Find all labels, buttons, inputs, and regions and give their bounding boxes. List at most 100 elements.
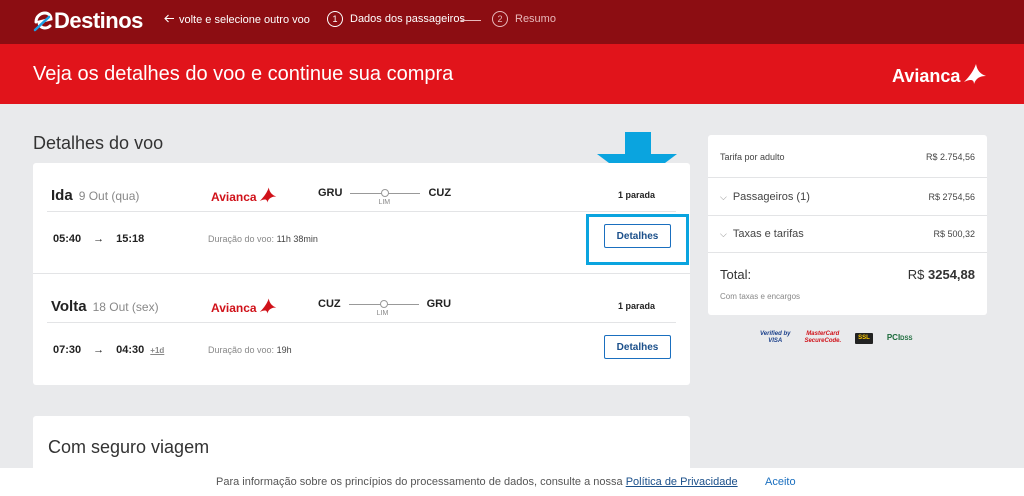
insurance-title: Com seguro viagem [48,437,210,457]
stops-label: 1 parada [618,301,656,311]
fare-value: R$ 2.754,56 [925,152,975,162]
page-banner: Veja os detalhes do voo e continue sua c… [0,44,1024,104]
avianca-bird-icon [258,186,278,207]
destination-code: CUZ [428,187,452,199]
highlight-box [586,214,689,265]
taxes-value: R$ 500,32 [933,229,975,239]
visa-line1: Verified by [760,331,791,337]
duration-label: Duração do voo: [208,345,275,355]
flight-times: 07:30 → 04:30 +1d [53,344,164,356]
passengers-label: Passageiros (1) [732,191,810,203]
mastercard-securecode-badge: MasterCard SecureCode. [804,331,841,345]
leg-direction-label: Ida [51,187,73,204]
logo-e-icon [33,10,53,32]
privacy-policy-link[interactable]: Política de Privacidade [626,476,738,488]
stop-dot-icon [381,189,390,197]
total-note: Com taxas e encargos [720,292,801,301]
insurance-card: Com seguro viagem [33,416,690,476]
step-label: Resumo [515,13,556,25]
duration-value: 19h [276,345,292,355]
avianca-bird-icon [258,297,278,318]
fare-label: Tarifa por adulto [720,152,785,162]
leg-direction: Ida 9 Out (qua) [51,187,139,204]
pci-dss-text: DSS [900,335,913,342]
flight-route: GRU LIM CUZ [318,187,452,206]
mc-line1: MasterCard [806,331,840,337]
arrow-right-icon: → [93,233,105,245]
destination-code: GRU [426,298,452,310]
airline-name: Avianca [211,300,257,315]
origin-code: CUZ [318,298,341,310]
flight-leg-return: Volta 18 Out (sex) Avianca CUZ LIM GRU 1 … [33,273,690,383]
arrive-time: 04:30 [116,344,145,356]
visa-line2: VISA [768,338,783,344]
stop-code: LIM [378,199,391,206]
depart-time: 05:40 [53,233,82,245]
leg-date: 18 Out (sex) [92,300,159,314]
avianca-brand-text: Avianca [892,66,961,86]
flight-duration: Duração do voo: 19h [208,345,292,355]
fare-per-adult-row: Tarifa por adulto R$ 2.754,56 [720,152,975,162]
step-number: 1 [327,11,343,27]
route-line: LIM [350,187,421,206]
mc-line2: SecureCode. [804,338,842,344]
total-label: Total: [720,267,752,282]
step-passengers: 1 Dados dos passageiros [327,11,465,27]
pci-text: PCI [886,332,901,342]
duration-label: Duração do voo: [208,234,275,244]
pci-dss-badge: PCIDSS [886,332,913,343]
ssl-badge: SSL [855,332,873,344]
leg-direction: Volta 18 Out (sex) [51,298,159,315]
step-label: Dados dos passageiros [350,13,465,25]
avianca-brand-logo: Avianca [892,62,988,91]
security-badges: Verified by VISA MasterCard SecureCode. … [760,331,913,345]
depart-time: 07:30 [53,344,82,356]
chevron-down-icon: ⌵ [720,192,727,202]
stops-label: 1 parada [618,190,656,200]
airline-name: Avianca [211,189,257,204]
price-summary: Tarifa por adulto R$ 2.754,56 ⌵ Passageir… [708,135,987,315]
passengers-row[interactable]: ⌵ Passageiros (1) R$ 2754,56 [720,191,975,203]
leg-date: 9 Out (qua) [78,189,140,203]
flight-times: 05:40 → 15:18 [53,233,144,245]
divider [708,252,987,253]
origin-code: GRU [318,187,343,199]
edestinos-logo[interactable]: Destinos [33,8,143,34]
flight-details-title: Detalhes do voo [33,133,164,153]
chevron-down-icon: ⌵ [720,229,727,239]
step-divider [461,20,481,21]
footer-text: Para informação sobre os princípios do p… [216,476,738,488]
step-summary: 2 Resumo [492,11,556,27]
footer-message: Para informação sobre os princípios do p… [216,476,623,488]
page-title: Veja os detalhes do voo e continue sua c… [33,63,454,85]
arrow-right-icon: → [93,344,105,356]
accept-button[interactable]: Aceito [765,476,796,488]
step-number: 2 [492,11,508,27]
airline-logo: Avianca [211,297,278,318]
flight-card: Ida 9 Out (qua) Avianca GRU LIM CUZ 1 par… [33,163,690,385]
duration-value: 11h 38min [276,234,318,244]
avianca-bird-icon [962,62,988,91]
back-link[interactable]: volte e selecione outro voo [164,14,310,26]
airline-logo: Avianca [211,186,278,207]
flight-route: CUZ LIM GRU [318,298,452,317]
taxes-label: Taxas e tarifas [732,228,804,240]
top-nav: Destinos volte e selecione outro voo 1 D… [0,0,1024,44]
divider [708,215,987,216]
total-row: Total: R$ 3254,88 [720,267,975,282]
passengers-value: R$ 2754,56 [928,192,975,202]
total-currency: R$ [907,267,925,282]
leg-direction-label: Volta [51,298,87,315]
divider [47,211,676,212]
verified-by-visa-badge: Verified by VISA [760,331,790,345]
total-value: 3254,88 [928,267,975,282]
divider [708,177,987,178]
flight-duration: Duração do voo: 11h 38min [208,234,318,244]
plus-day-badge[interactable]: +1d [150,346,164,355]
taxes-row[interactable]: ⌵ Taxas e tarifas R$ 500,32 [720,228,975,240]
cookie-footer: Para informação sobre os princípios do p… [0,468,1024,496]
back-link-label: volte e selecione outro voo [179,14,310,26]
arrive-time: 15:18 [116,233,145,245]
details-button-return[interactable]: Detalhes [604,335,671,359]
route-line: LIM [348,298,419,317]
